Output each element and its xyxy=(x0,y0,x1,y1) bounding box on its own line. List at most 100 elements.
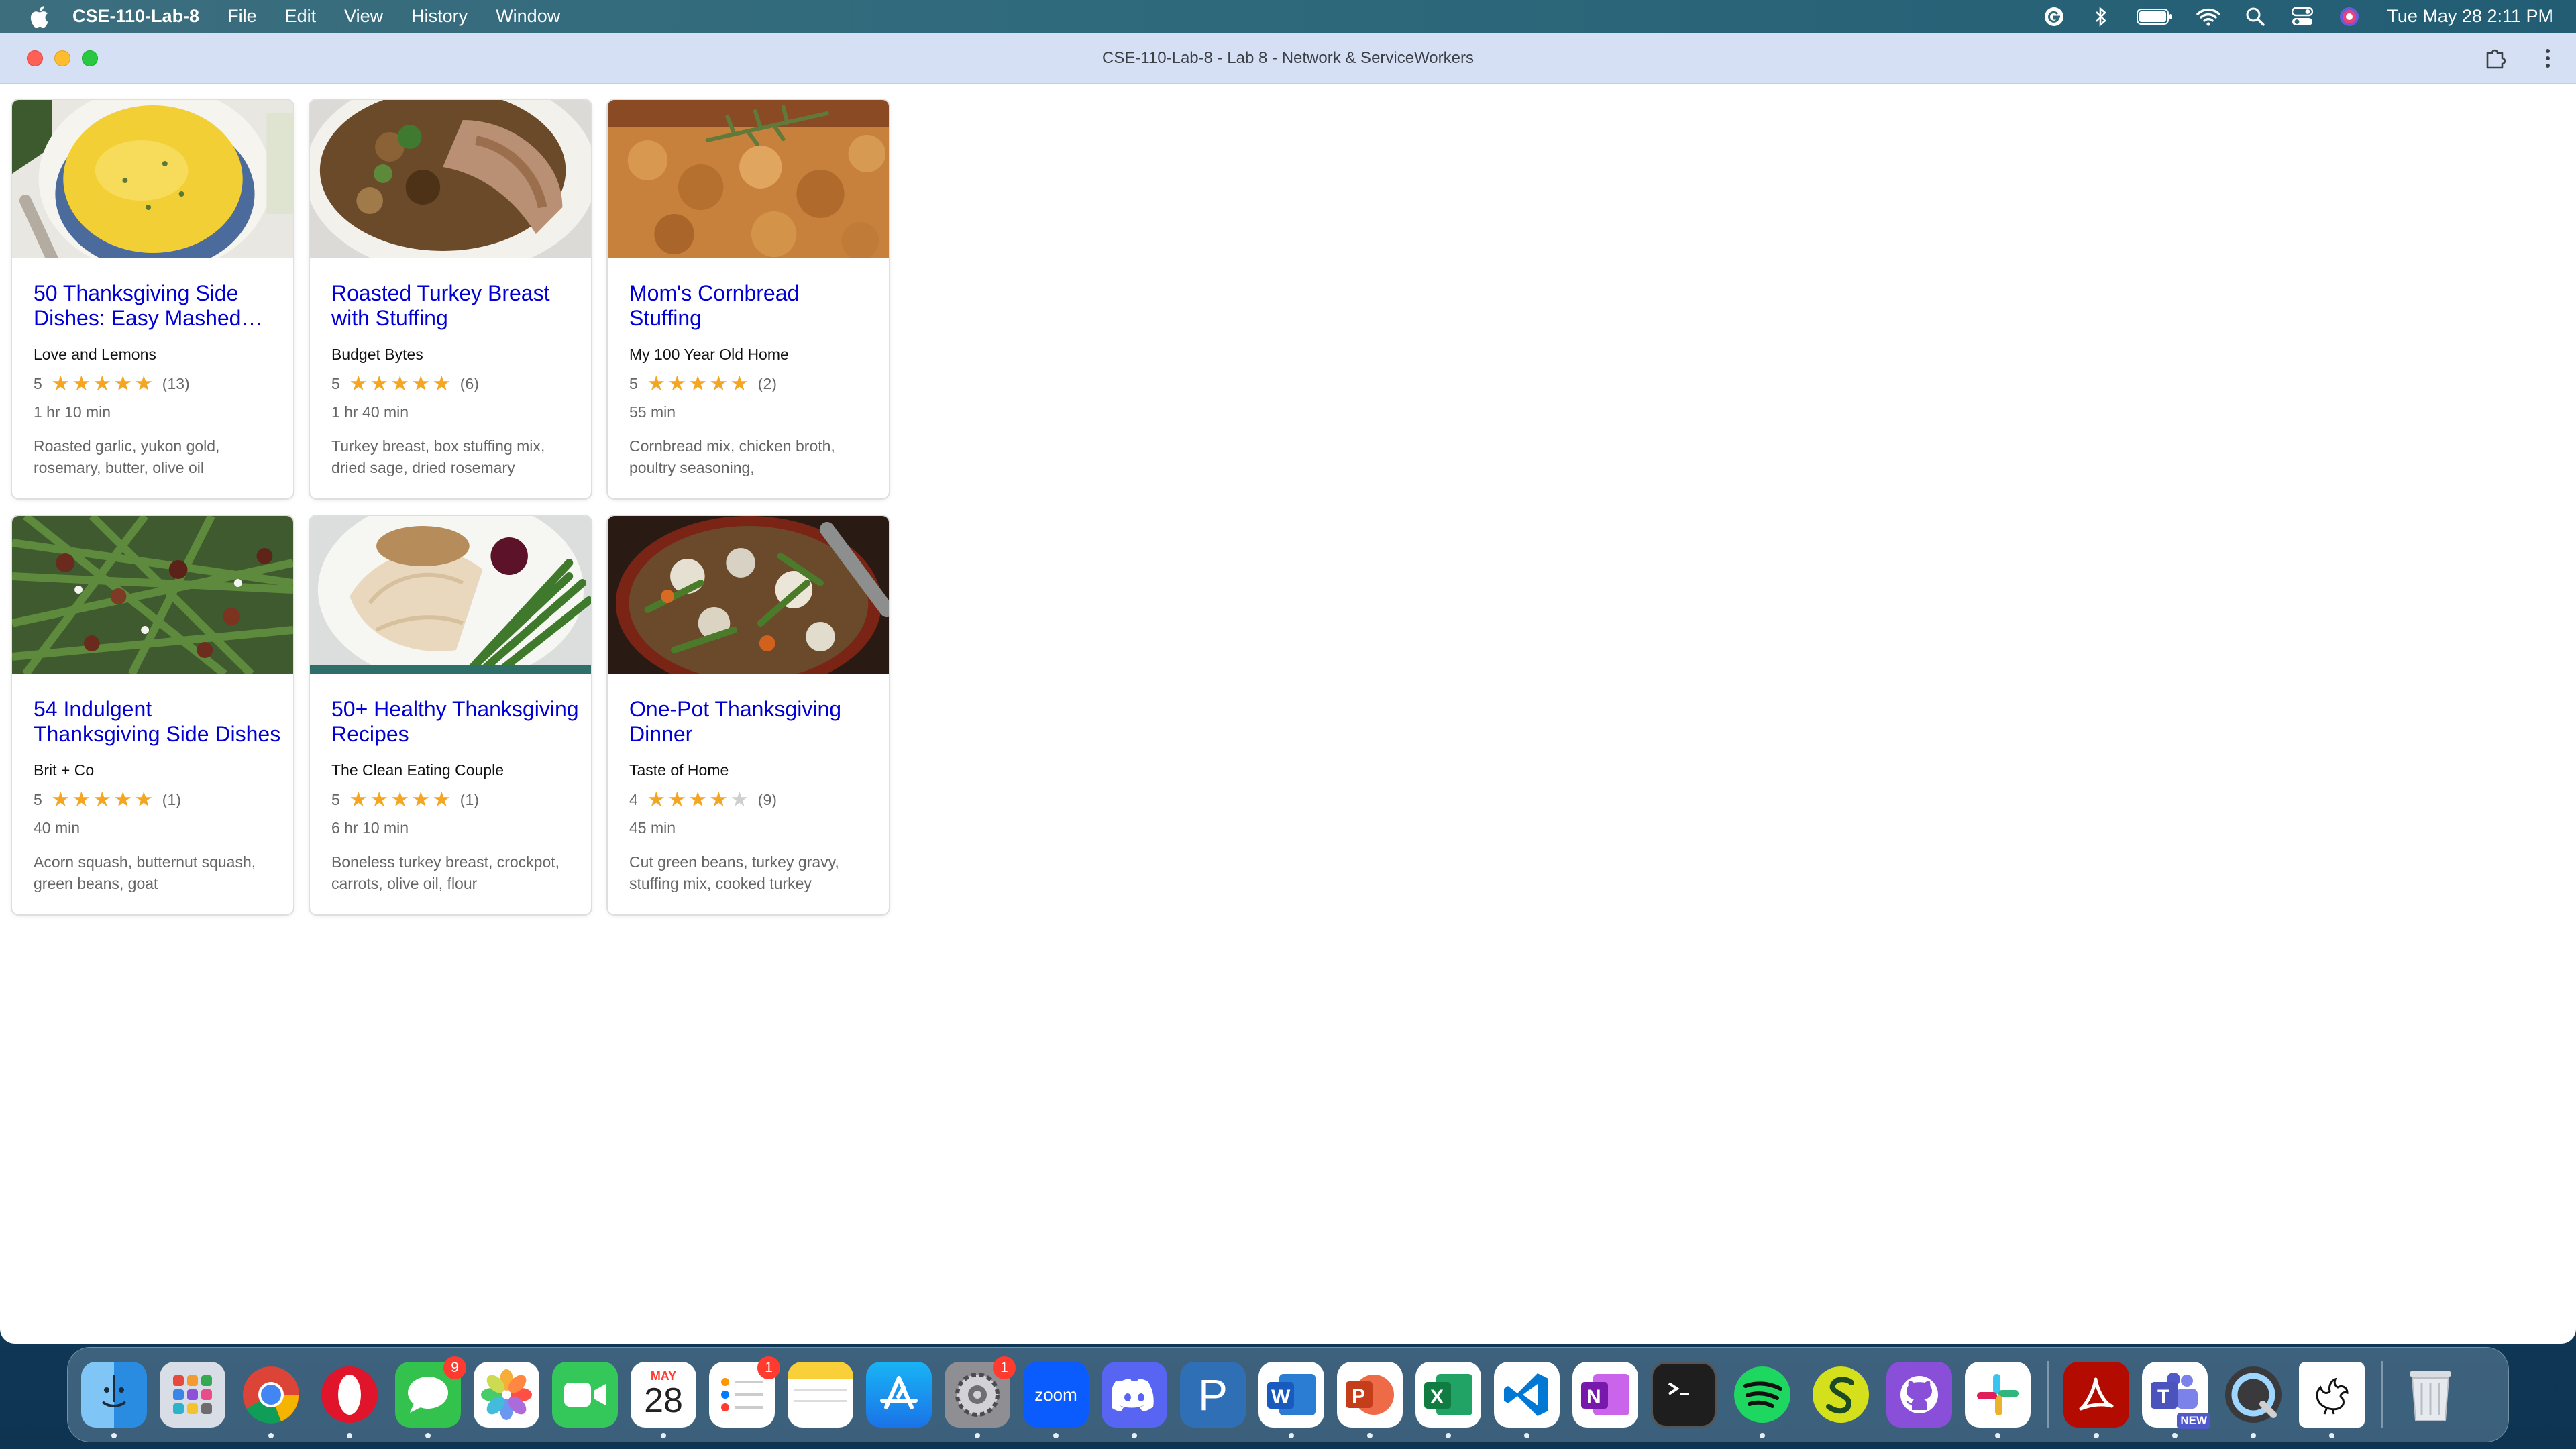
active-app-name[interactable]: CSE-110-Lab-8 xyxy=(72,6,199,27)
microsoft-word-icon[interactable]: W xyxy=(1258,1362,1324,1438)
star-filled-icon: ★ xyxy=(113,372,133,395)
discord-icon[interactable] xyxy=(1102,1362,1167,1438)
svg-text:T: T xyxy=(2157,1386,2169,1408)
review-count: (2) xyxy=(757,374,777,392)
spotlight-search-icon[interactable] xyxy=(2243,5,2267,29)
recipe-title[interactable]: Mom's Cornbread Stuffing xyxy=(629,281,877,331)
star-filled-icon: ★ xyxy=(647,788,666,811)
apple-icon[interactable] xyxy=(25,3,52,30)
scrivener-s-icon[interactable] xyxy=(1808,1362,1874,1428)
recipe-time: 1 hr 10 min xyxy=(34,403,111,421)
turkey-app-icon[interactable] xyxy=(2299,1362,2365,1438)
recipe-title[interactable]: Roasted Turkey Breast with Stuffing xyxy=(331,281,580,331)
svg-text:X: X xyxy=(1430,1386,1444,1408)
star-filled-icon: ★ xyxy=(93,372,112,395)
star-filled-icon: ★ xyxy=(411,788,431,811)
grammarly-icon[interactable] xyxy=(2042,5,2066,29)
recipe-image-one-pot-dinner xyxy=(608,516,889,674)
recipe-card[interactable]: One-Pot Thanksgiving Dinner Taste of Hom… xyxy=(606,515,890,916)
recipe-card[interactable]: Roasted Turkey Breast with Stuffing Budg… xyxy=(309,99,592,500)
vscode-icon[interactable] xyxy=(1494,1362,1560,1438)
recipe-title[interactable]: 50 Thanksgiving Side Dishes: Easy Mashed… xyxy=(34,281,282,331)
recipe-rating: 5 ★ ★ ★ ★ ★ (1) xyxy=(34,788,181,811)
spotify-icon[interactable] xyxy=(1729,1362,1795,1438)
svg-text:W: W xyxy=(1271,1386,1291,1408)
recipe-card[interactable]: 50+ Healthy Thanksgiving Recipes The Cle… xyxy=(309,515,592,916)
more-options-icon[interactable] xyxy=(2533,44,2563,73)
recipe-title[interactable]: 50+ Healthy Thanksgiving Recipes xyxy=(331,697,580,747)
review-count: (13) xyxy=(162,374,190,392)
launchpad-icon[interactable] xyxy=(160,1362,225,1428)
recipe-card[interactable]: Mom's Cornbread Stuffing My 100 Year Old… xyxy=(606,99,890,500)
window-titlebar[interactable]: CSE-110-Lab-8 - Lab 8 - Network & Servic… xyxy=(0,33,2576,84)
rating-value: 5 xyxy=(34,374,42,392)
terminal-icon[interactable] xyxy=(1651,1362,1717,1428)
rating-value: 4 xyxy=(629,790,638,808)
star-filled-icon: ★ xyxy=(51,372,70,395)
star-filled-icon: ★ xyxy=(113,788,133,811)
menu-bar-clock[interactable]: Tue May 28 2:11 PM xyxy=(2387,6,2553,27)
menu-file[interactable]: File xyxy=(227,6,257,27)
recipe-ingredients: Cornbread mix, chicken broth, poultry se… xyxy=(629,437,835,476)
bluetooth-icon[interactable] xyxy=(2089,5,2113,29)
siri-icon[interactable] xyxy=(2337,5,2361,29)
svg-text:P: P xyxy=(1352,1385,1365,1407)
microsoft-excel-icon[interactable]: X xyxy=(1415,1362,1481,1438)
dock-separator xyxy=(2381,1361,2383,1428)
microsoft-teams-icon[interactable]: T NEW xyxy=(2142,1362,2210,1438)
star-rating-icons: ★ ★ ★ ★ ★ xyxy=(646,788,750,811)
reminders-badge: 1 xyxy=(757,1356,780,1379)
recipe-title[interactable]: 54 Indulgent Thanksgiving Side Dishes xyxy=(34,697,282,747)
close-window-button[interactable] xyxy=(27,50,43,66)
notes-icon[interactable] xyxy=(788,1362,853,1428)
recipe-title[interactable]: One-Pot Thanksgiving Dinner xyxy=(629,697,877,747)
fullscreen-window-button[interactable] xyxy=(82,50,98,66)
calendar-icon[interactable]: MAY 28 xyxy=(631,1362,696,1438)
app-store-icon[interactable] xyxy=(866,1362,932,1428)
svg-text:N: N xyxy=(1587,1386,1601,1408)
microsoft-powerpoint-icon[interactable]: P xyxy=(1337,1362,1403,1438)
star-rating-icons: ★ ★ ★ ★ ★ xyxy=(646,372,750,395)
recipe-image-mashed-potatoes xyxy=(12,100,293,258)
menu-edit[interactable]: Edit xyxy=(285,6,317,27)
github-desktop-icon[interactable] xyxy=(1886,1362,1952,1428)
opera-icon[interactable] xyxy=(317,1362,382,1438)
menu-window[interactable]: Window xyxy=(496,6,560,27)
control-center-icon[interactable] xyxy=(2290,5,2314,29)
recipe-image-healthy-turkey-plate xyxy=(310,516,591,674)
adobe-acrobat-icon[interactable] xyxy=(2063,1362,2129,1438)
wifi-icon[interactable] xyxy=(2196,5,2221,29)
menu-history[interactable]: History xyxy=(411,6,468,27)
recipe-rating: 5 ★ ★ ★ ★ ★ (13) xyxy=(34,372,190,395)
facetime-icon[interactable] xyxy=(552,1362,618,1428)
extensions-puzzle-icon[interactable] xyxy=(2481,44,2510,73)
messages-icon[interactable]: 9 xyxy=(395,1356,466,1438)
recipe-ingredients: Turkey breast, box stuffing mix, dried s… xyxy=(331,437,545,476)
microsoft-onenote-icon[interactable]: N xyxy=(1572,1362,1638,1428)
recipe-time: 45 min xyxy=(629,819,676,837)
chrome-icon[interactable] xyxy=(238,1362,304,1438)
recipe-card[interactable]: 54 Indulgent Thanksgiving Side Dishes Br… xyxy=(11,515,294,916)
browser-window: CSE-110-Lab-8 - Lab 8 - Network & Servic… xyxy=(0,33,2576,1344)
minimize-window-button[interactable] xyxy=(54,50,70,66)
system-settings-icon[interactable]: 1 xyxy=(945,1356,1016,1438)
settings-badge: 1 xyxy=(993,1356,1016,1379)
slack-icon[interactable] xyxy=(1965,1362,2031,1438)
photos-icon[interactable] xyxy=(474,1362,539,1428)
star-filled-icon: ★ xyxy=(730,372,749,395)
recipe-time: 55 min xyxy=(629,403,676,421)
trash-icon[interactable] xyxy=(2398,1362,2463,1428)
finder-icon[interactable] xyxy=(81,1362,147,1438)
star-filled-icon: ★ xyxy=(709,788,729,811)
review-count: (9) xyxy=(757,790,777,808)
recipe-card[interactable]: 50 Thanksgiving Side Dishes: Easy Mashed… xyxy=(11,99,294,500)
recipe-rating: 5 ★ ★ ★ ★ ★ (1) xyxy=(331,788,479,811)
reminders-icon[interactable]: 1 xyxy=(709,1356,780,1428)
dock-separator xyxy=(2047,1361,2049,1428)
battery-icon[interactable] xyxy=(2136,5,2174,29)
pcloud-p-icon[interactable]: P xyxy=(1180,1362,1246,1428)
star-filled-icon: ★ xyxy=(349,788,368,811)
zoom-icon[interactable]: zoom xyxy=(1023,1362,1089,1438)
menu-view[interactable]: View xyxy=(344,6,383,27)
quicktime-player-icon[interactable] xyxy=(2220,1362,2286,1438)
